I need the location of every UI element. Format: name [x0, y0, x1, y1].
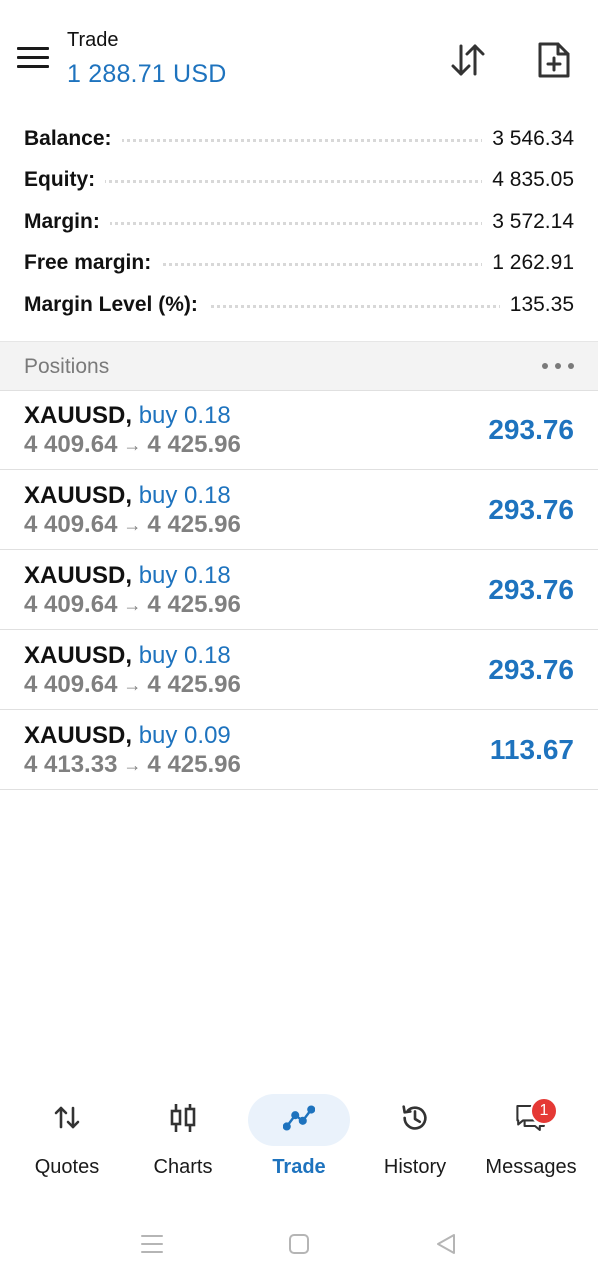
trade-icon: [283, 1102, 315, 1134]
position-row[interactable]: XAUUSD, buy 0.09 4 413.33 → 4 425.96 113.6…: [0, 710, 598, 790]
position-symbol: XAUUSD,: [24, 562, 133, 589]
current-price: 4 425.96: [147, 591, 241, 618]
position-side: buy 0.18: [138, 642, 231, 669]
current-price: 4 425.96: [147, 511, 241, 538]
open-price: 4 413.33: [24, 751, 118, 778]
position-symbol: XAUUSD,: [24, 402, 133, 429]
positions-header: Positions: [0, 341, 598, 391]
position-profit: 293.76: [488, 654, 574, 685]
summary-row-margin: Margin: 3 572.14: [0, 201, 598, 243]
position-symbol-line: XAUUSD, buy 0.18: [24, 402, 231, 430]
quotes-icon: [51, 1102, 83, 1134]
position-side: buy 0.18: [138, 562, 231, 589]
summary-value: 4 835.05: [482, 168, 574, 193]
position-row[interactable]: XAUUSD, buy 0.18 4 409.64 → 4 425.96 293.7…: [0, 470, 598, 550]
position-price-line: 4 413.33 → 4 425.96: [24, 751, 241, 779]
nav-history[interactable]: History: [357, 1090, 473, 1190]
history-icon: [399, 1102, 431, 1134]
position-price-line: 4 409.64 → 4 425.96: [24, 511, 241, 539]
open-price: 4 409.64: [24, 591, 118, 618]
position-symbol-line: XAUUSD, buy 0.18: [24, 562, 231, 590]
summary-row-free-margin: Free margin: 1 262.91: [0, 243, 598, 285]
nav-trade[interactable]: Trade: [241, 1090, 357, 1190]
open-price: 4 409.64: [24, 511, 118, 538]
position-row[interactable]: XAUUSD, buy 0.18 4 409.64 → 4 425.96 293.7…: [0, 630, 598, 710]
summary-row-equity: Equity: 4 835.05: [0, 160, 598, 202]
nav-label: History: [383, 1156, 447, 1178]
page-title: Trade: [67, 29, 119, 51]
position-symbol-line: XAUUSD, buy 0.18: [24, 642, 231, 670]
position-side: buy 0.09: [138, 722, 231, 749]
summary-label: Margin:: [24, 209, 110, 234]
arrow-right-icon: →: [123, 515, 142, 535]
system-navigation-bar: [0, 1205, 598, 1280]
recent-apps-icon[interactable]: [137, 1229, 167, 1259]
summary-value: 3 572.14: [482, 209, 574, 234]
back-icon[interactable]: [431, 1229, 461, 1259]
summary-value: 1 262.91: [482, 251, 574, 276]
position-price-line: 4 409.64 → 4 425.96: [24, 431, 241, 459]
position-profit: 293.76: [488, 414, 574, 445]
home-icon[interactable]: [284, 1229, 314, 1259]
nav-quotes[interactable]: Quotes: [9, 1090, 125, 1190]
messages-badge: 1: [530, 1097, 558, 1125]
account-balance: 1 288.71 USD: [67, 60, 227, 88]
position-profit: 113.67: [489, 734, 574, 765]
summary-value: 135.35: [499, 292, 574, 317]
positions-list: XAUUSD, buy 0.18 4 409.64 → 4 425.96 293.7…: [0, 390, 598, 790]
current-price: 4 425.96: [147, 751, 241, 778]
current-price: 4 425.96: [147, 671, 241, 698]
summary-label: Margin Level (%):: [24, 292, 208, 317]
arrow-right-icon: →: [123, 755, 142, 775]
position-side: buy 0.18: [138, 482, 231, 509]
position-side: buy 0.18: [138, 402, 231, 429]
account-summary: Balance: 3 546.34 Equity: 4 835.05 Margi…: [0, 118, 598, 326]
bottom-navigation: Quotes Charts Trade History Messages: [0, 1090, 598, 1190]
position-price-line: 4 409.64 → 4 425.96: [24, 671, 241, 699]
arrow-right-icon: →: [123, 595, 142, 615]
position-symbol: XAUUSD,: [24, 642, 133, 669]
positions-title: Positions: [24, 355, 110, 378]
sort-icon[interactable]: [446, 38, 490, 82]
summary-label: Equity:: [24, 168, 106, 193]
position-row[interactable]: XAUUSD, buy 0.18 4 409.64 → 4 425.96 293.7…: [0, 550, 598, 630]
position-profit: 293.76: [488, 574, 574, 605]
open-price: 4 409.64: [24, 671, 118, 698]
summary-row-margin-level: Margin Level (%): 135.35: [0, 284, 598, 326]
summary-label: Balance:: [24, 126, 122, 151]
position-symbol-line: XAUUSD, buy 0.09: [24, 722, 231, 750]
charts-icon: [167, 1102, 199, 1134]
nav-label: Charts: [153, 1156, 213, 1178]
nav-label: Messages: [485, 1156, 577, 1178]
current-price: 4 425.96: [147, 431, 241, 458]
open-price: 4 409.64: [24, 431, 118, 458]
top-bar: Trade 1 288.71 USD: [0, 0, 598, 110]
position-symbol: XAUUSD,: [24, 722, 133, 749]
position-symbol: XAUUSD,: [24, 482, 133, 509]
position-profit: 293.76: [488, 494, 574, 525]
summary-label: Free margin:: [24, 251, 162, 276]
position-row[interactable]: XAUUSD, buy 0.18 4 409.64 → 4 425.96 293.7…: [0, 390, 598, 470]
new-order-icon[interactable]: [532, 38, 576, 82]
position-price-line: 4 409.64 → 4 425.96: [24, 591, 241, 619]
summary-value: 3 546.34: [482, 126, 574, 151]
nav-charts[interactable]: Charts: [125, 1090, 241, 1190]
more-options-icon[interactable]: [542, 355, 574, 377]
arrow-right-icon: →: [123, 675, 142, 695]
menu-icon[interactable]: [17, 44, 49, 72]
position-symbol-line: XAUUSD, buy 0.18: [24, 482, 231, 510]
nav-label: Trade: [272, 1156, 326, 1178]
summary-row-balance: Balance: 3 546.34: [0, 118, 598, 160]
arrow-right-icon: →: [123, 435, 142, 455]
nav-label: Quotes: [34, 1156, 100, 1178]
